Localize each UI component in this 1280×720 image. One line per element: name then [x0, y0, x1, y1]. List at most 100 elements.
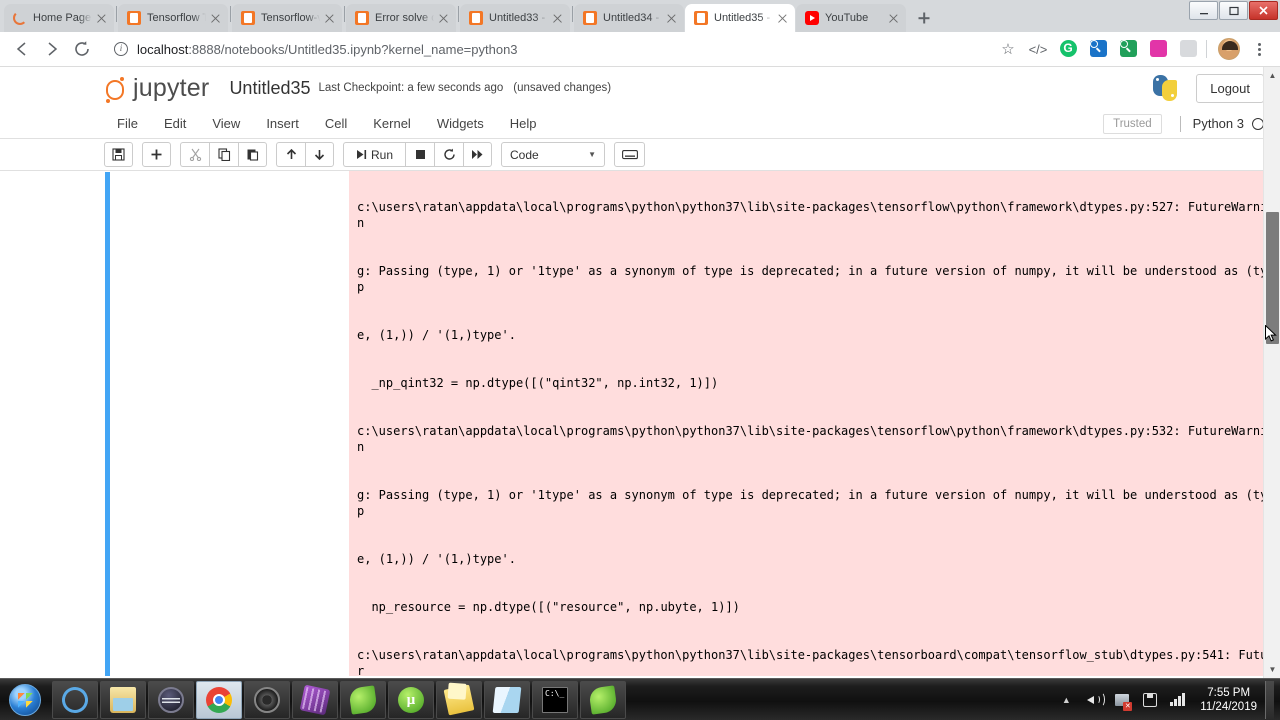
close-icon[interactable]	[322, 11, 337, 26]
start-button[interactable]	[2, 681, 48, 719]
browser-tab-0[interactable]: Home Page - S	[4, 4, 114, 32]
toolbar-group-insert	[142, 142, 171, 167]
code-brackets-icon[interactable]: </>	[1025, 36, 1051, 62]
logout-button[interactable]: Logout	[1196, 73, 1264, 103]
cell-type-select[interactable]: Code ▼	[501, 142, 605, 167]
taskbar-item-internet-explorer[interactable]	[52, 680, 98, 719]
menu-edit[interactable]: Edit	[151, 111, 199, 136]
site-info-icon[interactable]	[114, 42, 128, 56]
avatar[interactable]	[1216, 36, 1242, 62]
browser-tab-1[interactable]: Tensorflow Tut	[118, 4, 228, 32]
menu-file[interactable]: File	[104, 111, 151, 136]
paste-icon[interactable]	[238, 142, 267, 167]
toolbar-group-move	[276, 142, 334, 167]
browser-tab-2[interactable]: Tensorflow-var	[232, 4, 342, 32]
pink-tv-extension-icon[interactable]	[1145, 36, 1171, 62]
grammarly-extension-icon[interactable]: G	[1055, 36, 1081, 62]
taskbar-item-file-explorer[interactable]	[100, 680, 146, 719]
reload-button[interactable]	[68, 35, 96, 63]
jupyter-logo[interactable]: jupyter	[104, 74, 209, 103]
sticky-notes-icon	[443, 684, 475, 715]
blue-search-extension-icon[interactable]	[1085, 36, 1111, 62]
browser-tab-7[interactable]: YouTube	[796, 4, 906, 32]
stop-icon[interactable]	[405, 142, 434, 167]
new-tab-button[interactable]	[911, 5, 937, 31]
notebook-title[interactable]: Untitled35	[229, 78, 310, 99]
notebook-cell[interactable]: c:\users\ratan\appdata\local\programs\py…	[104, 171, 1280, 676]
browser-tab-3[interactable]: Error solve of t	[346, 4, 456, 32]
clock-date: 11/24/2019	[1200, 700, 1257, 713]
browser-tab-active[interactable]: Untitled35 - Ju	[685, 4, 795, 32]
show-hidden-icons[interactable]: ▲	[1055, 689, 1077, 711]
taskbar-item-video-editor[interactable]	[292, 680, 338, 719]
taskbar-item-chrome[interactable]	[196, 680, 242, 719]
close-icon[interactable]	[94, 11, 109, 26]
taskbar-item-utorrent[interactable]: µ	[388, 680, 434, 719]
cut-icon[interactable]	[180, 142, 209, 167]
close-icon[interactable]	[775, 11, 790, 26]
close-icon[interactable]	[208, 11, 223, 26]
close-icon[interactable]	[886, 11, 901, 26]
menu-kernel[interactable]: Kernel	[360, 111, 424, 136]
show-desktop-button[interactable]	[1265, 680, 1274, 719]
taskbar-item-command-prompt[interactable]: C:\_	[532, 680, 578, 719]
page-scrollbar[interactable]: ▲ ▼	[1263, 67, 1280, 678]
add-cell-icon[interactable]	[142, 142, 171, 167]
back-button[interactable]	[8, 35, 36, 63]
menu-view[interactable]: View	[199, 111, 253, 136]
kernel-name-label[interactable]: Python 3	[1193, 116, 1244, 131]
maximize-button[interactable]	[1219, 1, 1248, 20]
url-input[interactable]: localhost:8888/notebooks/Untitled35.ipyn…	[106, 36, 991, 62]
scroll-down-icon[interactable]: ▼	[1264, 661, 1280, 678]
menu-widgets[interactable]: Widgets	[424, 111, 497, 136]
gray-extension-icon[interactable]	[1175, 36, 1201, 62]
close-icon[interactable]	[550, 11, 565, 26]
address-bar: localhost:8888/notebooks/Untitled35.ipyn…	[0, 32, 1280, 67]
close-icon[interactable]	[436, 11, 451, 26]
run-button[interactable]: Run	[343, 142, 405, 167]
tab-title: YouTube	[825, 12, 869, 24]
minimize-button[interactable]	[1189, 1, 1218, 20]
taskbar-item-media-player[interactable]	[148, 680, 194, 719]
taskbar-item-fan-control[interactable]	[244, 680, 290, 719]
trusted-badge[interactable]: Trusted	[1103, 113, 1162, 134]
taskbar-item-leaf-app[interactable]	[340, 680, 386, 719]
fast-forward-icon[interactable]	[463, 142, 492, 167]
menu-cell[interactable]: Cell	[312, 111, 360, 136]
green-search-extension-icon[interactable]	[1115, 36, 1141, 62]
copy-icon[interactable]	[209, 142, 238, 167]
keyboard-icon[interactable]	[614, 142, 645, 167]
taskbar-item-sticky-notes[interactable]	[436, 680, 482, 719]
signal-icon[interactable]	[1167, 689, 1189, 711]
tab-strip: Home Page - S Tensorflow Tut Tensorflow-…	[0, 0, 1280, 32]
output-line: e, (1,)) / '(1,)type'.	[357, 552, 516, 566]
scroll-up-icon[interactable]: ▲	[1264, 67, 1280, 84]
chrome-menu-icon[interactable]	[1246, 36, 1272, 62]
taskbar-clock[interactable]: 7:55 PM 11/24/2019	[1192, 686, 1265, 714]
bookmark-star-icon[interactable]: ☆	[995, 36, 1021, 62]
output-line: c:\users\ratan\appdata\local\programs\py…	[357, 648, 1268, 676]
menu-insert[interactable]: Insert	[253, 111, 312, 136]
disk-icon[interactable]	[1139, 689, 1161, 711]
command-prompt-icon: C:\_	[542, 686, 568, 713]
arrow-down-icon[interactable]	[305, 142, 334, 167]
browser-tab-5[interactable]: Untitled34 - Ju	[574, 4, 684, 32]
arrow-up-icon[interactable]	[276, 142, 305, 167]
taskbar-item-book-reader[interactable]	[484, 680, 530, 719]
network-icon[interactable]: ✕	[1111, 689, 1133, 711]
book-reader-icon	[492, 686, 522, 713]
volume-icon[interactable]	[1083, 689, 1106, 711]
omnibox-icons: ☆ </> G	[991, 36, 1272, 62]
close-icon[interactable]	[664, 11, 679, 26]
menu-help[interactable]: Help	[497, 111, 550, 136]
close-button[interactable]	[1249, 1, 1278, 20]
unsaved-changes-label: (unsaved changes)	[513, 82, 612, 94]
last-checkpoint-label: Last Checkpoint: a few seconds ago	[318, 82, 504, 94]
save-icon[interactable]	[104, 142, 133, 167]
taskbar-item-leaf-app-2[interactable]	[580, 680, 626, 719]
restart-icon[interactable]	[434, 142, 463, 167]
forward-button[interactable]	[38, 35, 66, 63]
tab-divider	[458, 5, 459, 22]
browser-tab-4[interactable]: Untitled33 - Ju	[460, 4, 570, 32]
taskbar-items: µ C:\_	[52, 680, 628, 719]
